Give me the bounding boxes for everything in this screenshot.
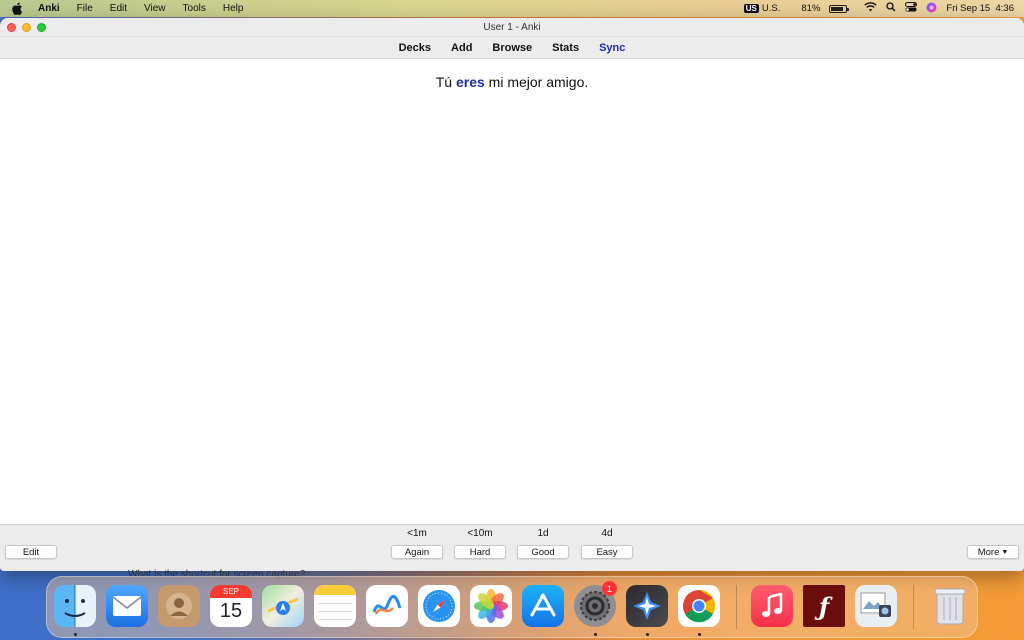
menu-tools[interactable]: Tools — [183, 3, 206, 14]
card-text-before: Tú — [435, 74, 456, 90]
hard-interval: <10m — [467, 528, 493, 539]
chrome-running-indicator — [698, 633, 701, 636]
system-settings-running-indicator — [594, 633, 597, 636]
music-icon[interactable] — [751, 585, 793, 627]
main-toolbar: Decks Add Browse Stats Sync — [0, 37, 1024, 59]
finder-icon[interactable] — [54, 585, 96, 627]
sync-link[interactable]: Sync — [599, 42, 625, 54]
menu-help[interactable]: Help — [223, 3, 244, 14]
app-store-icon[interactable] — [522, 585, 564, 627]
input-source-badge: US — [743, 4, 759, 13]
easy-button[interactable]: Easy — [581, 545, 633, 559]
decks-link[interactable]: Decks — [399, 42, 431, 54]
more-button-label: More — [977, 546, 1000, 558]
menu-file[interactable]: File — [77, 3, 93, 14]
good-interval: 1d — [537, 528, 549, 539]
browse-link[interactable]: Browse — [492, 42, 532, 54]
spark-running-indicator — [646, 633, 649, 636]
caret-down-icon: ▼ — [1001, 548, 1009, 556]
maps-icon[interactable] — [262, 585, 304, 627]
add-link[interactable]: Add — [451, 42, 472, 54]
window-titlebar[interactable]: User 1 - Anki — [0, 18, 1024, 37]
menu-edit[interactable]: Edit — [110, 3, 127, 14]
freeform-icon[interactable] — [366, 585, 408, 627]
trash-icon[interactable] — [929, 585, 971, 627]
hard-button[interactable]: Hard — [454, 545, 506, 559]
finder-running-indicator — [74, 633, 77, 636]
menubar-clock[interactable]: Fri Sep 15 4:36 — [946, 3, 1014, 14]
notes-icon[interactable] — [314, 585, 356, 627]
flash-icon[interactable]: ƒ — [803, 585, 845, 627]
zoom-window-button[interactable] — [37, 23, 46, 32]
menu-view[interactable]: View — [144, 3, 166, 14]
menu-bar: Anki File Edit View Tools Help US U.S. 8… — [0, 0, 1024, 17]
battery-percent: 81% — [801, 3, 821, 14]
dock-separator-trash — [913, 585, 914, 629]
photos-icon[interactable] — [470, 585, 512, 627]
calendar-month: SEP — [210, 585, 252, 598]
control-center-icon[interactable] — [905, 2, 918, 15]
wifi-icon[interactable] — [864, 2, 878, 15]
menu-app-name[interactable]: Anki — [38, 3, 60, 14]
close-window-button[interactable] — [7, 23, 16, 32]
minimize-window-button[interactable] — [22, 23, 31, 32]
card-review-area: Tú eres mi mejor amigo. — [0, 60, 1024, 524]
system-settings-notification-badge: 1 — [602, 581, 617, 596]
battery-fill — [831, 6, 843, 11]
anki-window: User 1 - Anki Decks Add Browse Stats Syn… — [0, 18, 1024, 571]
mail-icon[interactable] — [106, 585, 148, 627]
more-button[interactable]: More ▼ — [967, 545, 1019, 559]
spotlight-search-icon[interactable] — [886, 2, 896, 15]
contacts-icon[interactable] — [158, 585, 200, 627]
spark-icon[interactable] — [626, 585, 668, 627]
card-text-after: mi mejor amigo. — [484, 74, 589, 90]
input-source[interactable]: US U.S. — [743, 3, 781, 14]
apple-icon[interactable] — [12, 2, 26, 16]
safari-icon[interactable] — [418, 585, 460, 627]
calendar-icon[interactable]: SEP 15 — [210, 585, 252, 627]
stats-link[interactable]: Stats — [552, 42, 579, 54]
dock-separator — [736, 585, 737, 629]
card-highlighted-word: eres — [455, 74, 485, 90]
window-title: User 1 - Anki — [483, 21, 541, 33]
edit-button[interactable]: Edit — [5, 545, 57, 559]
siri-icon[interactable] — [926, 2, 937, 16]
dock: SEP 15 1 ƒ — [46, 576, 978, 638]
good-button[interactable]: Good — [517, 545, 569, 559]
again-button[interactable]: Again — [391, 545, 443, 559]
preview-icon[interactable] — [855, 585, 897, 627]
battery-icon[interactable] — [829, 4, 850, 13]
chrome-icon[interactable] — [678, 585, 720, 627]
again-interval: <1m — [407, 528, 427, 539]
easy-interval: 4d — [601, 528, 613, 539]
review-bottom-bar: Edit <1m Again <10m Hard 1d Good 4d Easy… — [0, 524, 1024, 571]
card-question: Tú eres mi mejor amigo. — [436, 74, 589, 524]
input-source-label: U.S. — [761, 3, 781, 14]
calendar-day: 15 — [219, 600, 243, 622]
